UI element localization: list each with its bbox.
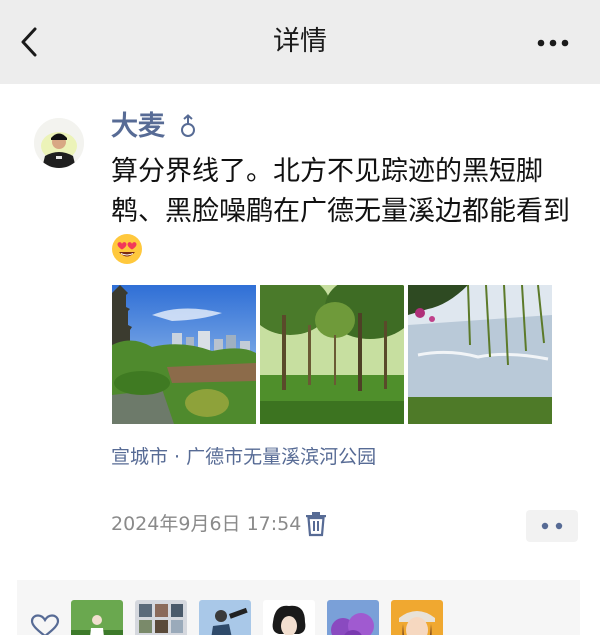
landscape-photo-3	[408, 285, 552, 424]
photo-2[interactable]	[260, 285, 404, 424]
more-button[interactable]	[528, 24, 578, 60]
nav-bar: 详情	[0, 0, 600, 84]
like-avatar-image	[135, 600, 187, 635]
photo-1[interactable]	[112, 285, 256, 424]
post-more-button[interactable]	[526, 510, 578, 542]
author-name[interactable]: 大麦	[111, 107, 165, 147]
like-avatar-4[interactable]	[263, 600, 315, 635]
like-avatar-2[interactable]	[135, 600, 187, 635]
post-text-content: 算分界线了。北方不见踪迹的黑短脚鹎、黑脸噪鹛在广德无量溪边都能看到	[111, 156, 570, 227]
like-avatar-3[interactable]	[199, 600, 251, 635]
like-avatar-image	[199, 600, 251, 635]
landscape-photo-2	[260, 285, 404, 424]
male-icon	[181, 114, 195, 137]
more-horizontal-icon	[537, 39, 569, 47]
landscape-photo-1	[112, 285, 256, 424]
trash-icon[interactable]	[304, 511, 328, 537]
like-avatar-image	[71, 600, 123, 635]
post-timestamp: 2024年9月6日 17:54	[111, 513, 302, 535]
like-avatar-image	[327, 600, 379, 635]
like-avatar-image	[263, 600, 315, 635]
location-link[interactable]: 宣城市 · 广德市无量溪滨河公园	[111, 442, 376, 472]
avatar-image	[34, 118, 84, 168]
like-avatar-6[interactable]	[391, 600, 443, 635]
page-title: 详情	[273, 26, 327, 57]
avatar[interactable]	[34, 118, 84, 168]
more-dots-icon	[541, 522, 563, 530]
like-avatar-image	[391, 600, 443, 635]
like-avatar-5[interactable]	[327, 600, 379, 635]
like-avatar-1[interactable]	[71, 600, 123, 635]
heart-eyes-emoji	[112, 234, 142, 264]
heart-outline-icon	[30, 614, 60, 635]
post-text: 算分界线了。北方不见踪迹的黑短脚鹎、黑脸噪鹛在广德无量溪边都能看到	[111, 152, 581, 272]
photo-3[interactable]	[408, 285, 552, 424]
